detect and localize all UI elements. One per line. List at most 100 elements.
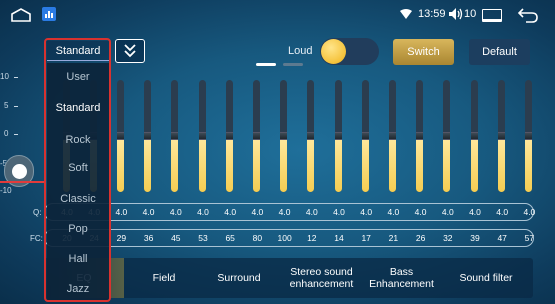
window-icon[interactable]	[482, 9, 502, 22]
fc-value[interactable]: 53	[189, 233, 217, 243]
eq-slider-track[interactable]	[225, 80, 233, 192]
fc-value[interactable]: 45	[162, 233, 190, 243]
loud-toggle[interactable]	[320, 38, 379, 65]
q-value[interactable]: 4.0	[434, 207, 462, 217]
eq-slider-track[interactable]	[361, 80, 369, 192]
q-value[interactable]: 4.0	[216, 207, 244, 217]
preset-dropdown: User Standard Rock Soft Classic Pop Hall…	[47, 63, 109, 301]
status-bar: 13:59 10	[0, 0, 555, 30]
eq-slider-track[interactable]	[443, 80, 451, 192]
eq-slider-thumb[interactable]	[524, 132, 532, 140]
tab-field[interactable]: Field	[129, 258, 199, 298]
eq-slider-thumb[interactable]	[416, 132, 424, 140]
fc-value[interactable]: 80	[243, 233, 271, 243]
eq-slider-thumb[interactable]	[198, 132, 206, 140]
preset-option-jazz[interactable]: Jazz	[47, 283, 109, 295]
double-chevron-down-icon	[124, 44, 136, 58]
eq-slider-thumb[interactable]	[116, 132, 124, 140]
q-value[interactable]: 4.0	[243, 207, 271, 217]
fc-value[interactable]: 100	[271, 233, 299, 243]
fc-value[interactable]: 14	[325, 233, 353, 243]
eq-slider-thumb[interactable]	[388, 132, 396, 140]
eq-slider-thumb[interactable]	[334, 132, 342, 140]
fc-value[interactable]: 57	[515, 233, 543, 243]
eq-slider-track[interactable]	[524, 80, 532, 192]
eq-slider-track[interactable]	[116, 80, 124, 192]
q-value[interactable]: 4.0	[135, 207, 163, 217]
preset-option-standard[interactable]: Standard	[47, 102, 109, 114]
fc-value[interactable]: 21	[379, 233, 407, 243]
eq-slider-thumb[interactable]	[144, 132, 152, 140]
fc-value[interactable]: 39	[461, 233, 489, 243]
q-value[interactable]: 4.0	[189, 207, 217, 217]
preset-option-pop[interactable]: Pop	[47, 223, 109, 235]
eq-slider-thumb[interactable]	[470, 132, 478, 140]
preset-option-classic[interactable]: Classic	[47, 193, 109, 205]
q-label: Q:	[33, 208, 42, 217]
eq-slider-track[interactable]	[144, 80, 152, 192]
q-value[interactable]: 4.0	[325, 207, 353, 217]
eq-slider-fill	[470, 136, 478, 192]
switch-button[interactable]: Switch	[393, 39, 454, 65]
q-value[interactable]: 4.0	[107, 207, 135, 217]
fc-value[interactable]: 36	[135, 233, 163, 243]
bottom-tab-bar: EQ Field Surround Stereo sound enhanceme…	[44, 258, 533, 298]
scale-tick	[14, 134, 18, 135]
back-icon[interactable]	[517, 7, 539, 23]
preset-option-user[interactable]: User	[47, 71, 109, 83]
eq-slider-fill	[388, 136, 396, 192]
preset-option-hall[interactable]: Hall	[47, 253, 109, 265]
eq-slider-thumb[interactable]	[225, 132, 233, 140]
q-value[interactable]: 4.0	[352, 207, 380, 217]
eq-slider-track[interactable]	[171, 80, 179, 192]
q-value[interactable]: 4.0	[488, 207, 516, 217]
fc-value[interactable]: 47	[488, 233, 516, 243]
eq-slider-fill	[334, 136, 342, 192]
eq-slider-thumb[interactable]	[361, 132, 369, 140]
q-value[interactable]: 4.0	[298, 207, 326, 217]
fc-value[interactable]: 12	[298, 233, 326, 243]
eq-slider-track[interactable]	[307, 80, 315, 192]
eq-slider-thumb[interactable]	[252, 132, 260, 140]
fc-value[interactable]: 65	[216, 233, 244, 243]
q-value[interactable]: 4.0	[162, 207, 190, 217]
volume-icon[interactable]	[449, 8, 463, 20]
preset-option-rock[interactable]: Rock	[47, 134, 109, 146]
tab-sound-filter[interactable]: Sound filter	[439, 258, 533, 298]
eq-slider-track[interactable]	[334, 80, 342, 192]
q-value[interactable]: 4.0	[461, 207, 489, 217]
eq-slider-track[interactable]	[252, 80, 260, 192]
tab-stereo-sound-enhancement[interactable]: Stereo sound enhancement	[279, 258, 364, 298]
default-button[interactable]: Default	[469, 39, 530, 65]
tab-bass-enhancement[interactable]: Bass Enhancement	[364, 258, 439, 298]
eq-slider-thumb[interactable]	[443, 132, 451, 140]
fc-value[interactable]: 17	[352, 233, 380, 243]
eq-slider-track[interactable]	[416, 80, 424, 192]
eq-slider-thumb[interactable]	[497, 132, 505, 140]
home-icon[interactable]	[10, 8, 32, 22]
eq-slider-track[interactable]	[497, 80, 505, 192]
eq-slider-thumb[interactable]	[307, 132, 315, 140]
eq-slider-track[interactable]	[280, 80, 288, 192]
q-value[interactable]: 4.0	[379, 207, 407, 217]
app-badge-icon[interactable]	[42, 7, 56, 21]
eq-slider-fill	[280, 136, 288, 192]
tab-surround[interactable]: Surround	[199, 258, 279, 298]
preset-select[interactable]: Standard	[47, 41, 109, 61]
eq-slider-thumb[interactable]	[171, 132, 179, 140]
clock: 13:59	[418, 8, 446, 20]
fc-value[interactable]: 29	[107, 233, 135, 243]
eq-slider-fill	[443, 136, 451, 192]
eq-slider-track[interactable]	[388, 80, 396, 192]
preset-option-soft[interactable]: Soft	[47, 162, 109, 174]
fc-value[interactable]: 26	[407, 233, 435, 243]
eq-slider-fill	[116, 136, 124, 192]
eq-slider-thumb[interactable]	[280, 132, 288, 140]
expand-preset-button[interactable]	[115, 39, 145, 63]
eq-slider-track[interactable]	[470, 80, 478, 192]
q-value[interactable]: 4.0	[407, 207, 435, 217]
eq-slider-track[interactable]	[198, 80, 206, 192]
q-value[interactable]: 4.0	[515, 207, 543, 217]
q-value[interactable]: 4.0	[271, 207, 299, 217]
fc-value[interactable]: 32	[434, 233, 462, 243]
